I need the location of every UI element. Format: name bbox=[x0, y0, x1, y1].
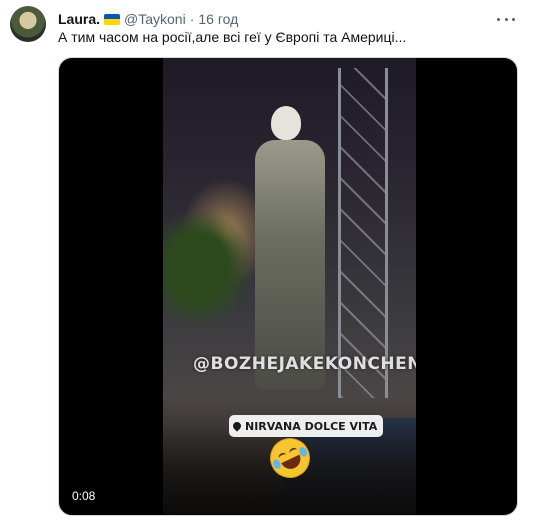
video-overlay-handle: @BOZHEJAKEKONCHENE bbox=[193, 354, 416, 374]
author-handle[interactable]: @Taykoni bbox=[124, 11, 186, 27]
more-horizontal-icon[interactable] bbox=[497, 12, 515, 26]
separator: · bbox=[189, 11, 195, 27]
tweet-text: А тим часом на росії,але всі геї у Європ… bbox=[58, 29, 407, 45]
location-label: NIRVANA DOLCE VITA bbox=[245, 419, 378, 433]
video-duration: 0:08 bbox=[67, 487, 101, 505]
avatar[interactable] bbox=[10, 6, 46, 42]
author-name[interactable]: Laura. bbox=[58, 11, 100, 27]
video-frame: @BOZHEJAKEKONCHENE NIRVANA DOLCE VITA bbox=[163, 58, 416, 515]
tweet-time[interactable]: 16 год bbox=[198, 11, 238, 27]
location-sticker: NIRVANA DOLCE VITA bbox=[229, 415, 384, 437]
stage-truss bbox=[338, 68, 388, 398]
video-player[interactable]: @BOZHEJAKEKONCHENE NIRVANA DOLCE VITA 0:… bbox=[58, 57, 518, 516]
tweet[interactable]: Laura. @Taykoni · 16 год А тим часом на … bbox=[0, 0, 533, 522]
location-pin-icon bbox=[231, 420, 243, 432]
ukraine-flag-icon bbox=[104, 13, 121, 25]
tweet-header: Laura. @Taykoni · 16 год bbox=[58, 10, 493, 28]
performer bbox=[255, 140, 325, 390]
